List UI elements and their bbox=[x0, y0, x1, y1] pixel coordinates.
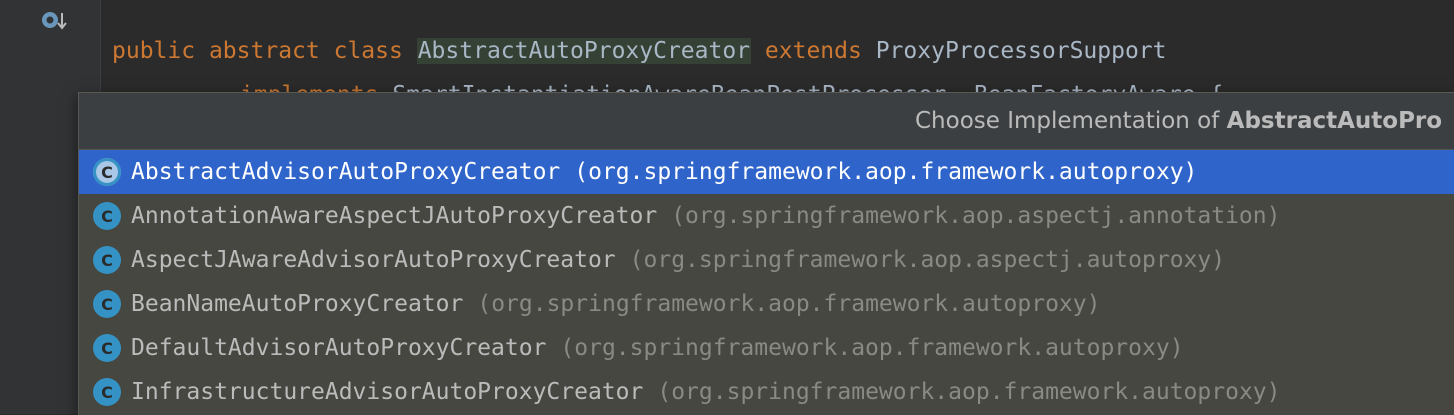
class-name: AnnotationAwareAspectJAutoProxyCreator bbox=[131, 203, 658, 229]
implementation-list-item[interactable]: C DefaultAdvisorAutoProxyCreator (org.spri… bbox=[79, 326, 1454, 370]
package-name: (org.springframework.aop.framework.autop… bbox=[657, 379, 1281, 405]
class-name: AspectJAwareAdvisorAutoProxyCreator bbox=[131, 247, 616, 273]
package-name: (org.springframework.aop.aspectj.annotat… bbox=[671, 203, 1281, 229]
implementation-list-item[interactable]: C AspectJAwareAdvisorAutoProxyCreator (org… bbox=[79, 238, 1454, 282]
package-name: (org.springframework.aop.aspectj.autopro… bbox=[629, 247, 1226, 273]
popup-title-prefix: Choose Implementation of bbox=[915, 108, 1227, 134]
package-name: (org.springframework.aop.framework.autop… bbox=[574, 159, 1198, 185]
class-name: BeanNameAutoProxyCreator bbox=[131, 291, 464, 317]
package-name: (org.springframework.aop.framework.autop… bbox=[560, 335, 1184, 361]
class-name: InfrastructureAdvisorAutoProxyCreator bbox=[131, 379, 644, 405]
implementation-list-item[interactable]: C InfrastructureAdvisorAutoProxyCreator (o… bbox=[79, 370, 1454, 414]
package-name: (org.springframework.aop.framework.autop… bbox=[477, 291, 1101, 317]
choose-implementation-popup[interactable]: Choose Implementation of AbstractAutoPro… bbox=[78, 92, 1454, 415]
implementation-list-item[interactable]: C BeanNameAutoProxyCreator (org.springfram… bbox=[79, 282, 1454, 326]
class-icon: C bbox=[93, 290, 121, 318]
implementation-list-item[interactable]: C AbstractAdvisorAutoProxyCreator (org.spr… bbox=[79, 150, 1454, 194]
class-name: AbstractAdvisorAutoProxyCreator bbox=[131, 159, 561, 185]
implemented-by-gutter-icon[interactable] bbox=[40, 8, 70, 34]
popup-title-class: AbstractAutoPro bbox=[1226, 108, 1443, 134]
implementation-list-item[interactable]: C AnnotationAwareAspectJAutoProxyCreator (… bbox=[79, 194, 1454, 238]
class-icon: C bbox=[93, 158, 121, 186]
keyword-public: public bbox=[112, 38, 196, 64]
popup-title: Choose Implementation of AbstractAutoPro bbox=[915, 108, 1442, 134]
class-icon: C bbox=[93, 378, 121, 406]
class-icon: C bbox=[93, 334, 121, 362]
class-name: DefaultAdvisorAutoProxyCreator bbox=[131, 335, 547, 361]
popup-header: Choose Implementation of AbstractAutoPro bbox=[79, 93, 1454, 150]
class-icon: C bbox=[93, 202, 121, 230]
class-icon: C bbox=[93, 246, 121, 274]
